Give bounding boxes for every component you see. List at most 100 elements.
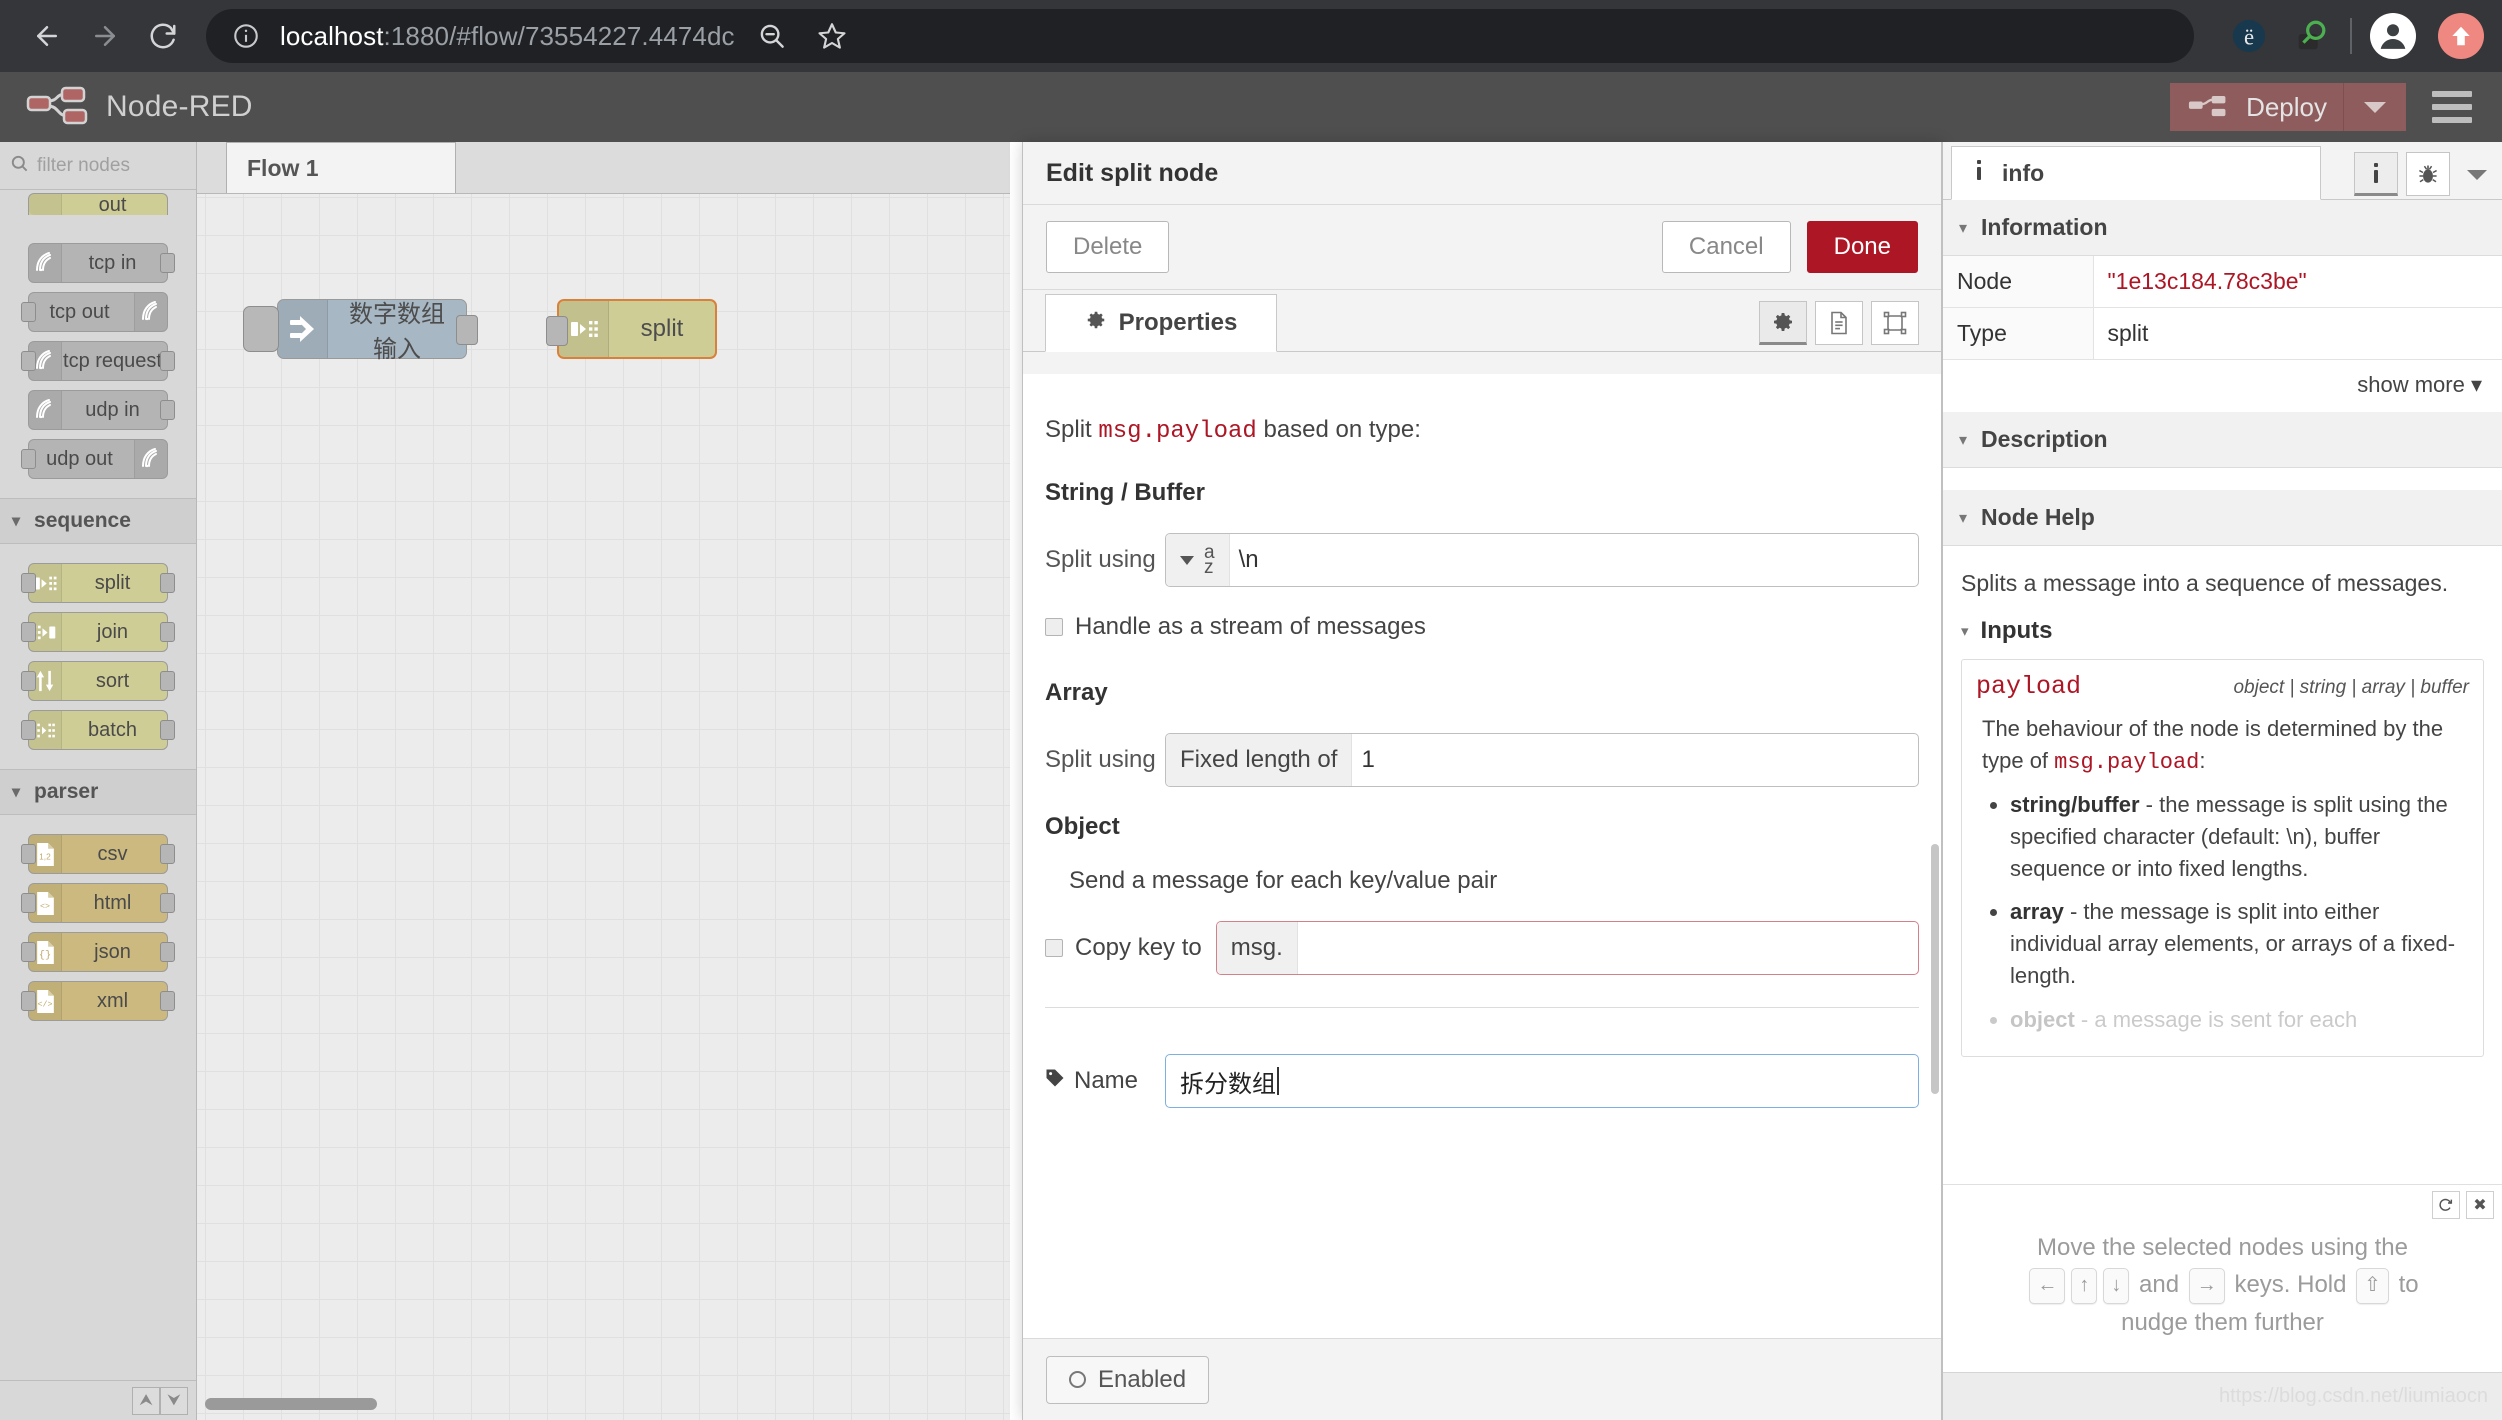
back-arrow-icon[interactable] — [18, 7, 76, 65]
section-node-help[interactable]: ▾ Node Help — [1943, 490, 2502, 546]
node-output-port[interactable] — [160, 253, 175, 273]
reload-icon[interactable] — [134, 7, 192, 65]
sidebar-info-button-icon[interactable] — [2354, 152, 2398, 196]
node-input-port[interactable] — [243, 306, 279, 352]
node-output-port[interactable] — [160, 991, 175, 1011]
enabled-toggle-button[interactable]: Enabled — [1046, 1355, 1210, 1404]
palette-scroll-area[interactable]: out tcp in tcp out tcp request udp in udp ou… — [0, 191, 196, 1380]
forward-arrow-icon[interactable] — [76, 7, 134, 65]
stream-checkbox-row[interactable]: Handle as a stream of messages — [1045, 613, 1919, 641]
copy-key-value[interactable] — [1298, 922, 1918, 974]
palette-node-split[interactable]: split — [21, 563, 175, 603]
node-input-port[interactable] — [546, 316, 568, 346]
flow-canvas[interactable]: 数字数组输入 split — [197, 194, 1010, 1420]
palette-group-header-parser[interactable]: ▾ parser — [0, 769, 196, 815]
node-input-port[interactable] — [21, 893, 36, 913]
zoom-out-icon[interactable] — [749, 13, 795, 59]
address-bar[interactable]: localhost:1880/#flow/73554227.4474dc — [206, 9, 2194, 63]
palette-node-udp-out[interactable]: udp out — [21, 439, 168, 479]
extension-evernote-icon[interactable]: ë — [2228, 15, 2270, 57]
flow-node-inject[interactable]: 数字数组输入 — [243, 299, 478, 363]
string-split-input[interactable]: az \n — [1165, 533, 1919, 587]
node-output-port[interactable] — [456, 315, 478, 345]
list-item[interactable]: out — [28, 193, 168, 215]
chevron-double-up-icon[interactable]: ⮝ — [132, 1386, 160, 1415]
palette-node-label: xml — [96, 989, 129, 1012]
dialog-scrollbar[interactable] — [1931, 844, 1939, 1094]
chevron-double-down-icon[interactable]: ⮟ — [160, 1386, 188, 1415]
done-button[interactable]: Done — [1806, 221, 1918, 273]
palette-node-udp-in[interactable]: udp in — [28, 390, 175, 430]
filter-nodes-input[interactable] — [35, 153, 185, 178]
node-output-port[interactable] — [160, 893, 175, 913]
stream-checkbox[interactable] — [1045, 618, 1063, 636]
properties-gear-icon[interactable] — [1759, 301, 1807, 345]
canvas-horizontal-scrollbar[interactable] — [205, 1398, 985, 1410]
cancel-button[interactable]: Cancel — [1661, 221, 1791, 273]
array-split-input[interactable]: Fixed length of 1 — [1165, 733, 1919, 787]
tab-properties[interactable]: Properties — [1045, 294, 1277, 352]
node-output-port[interactable] — [160, 844, 175, 864]
extension-magnifier-icon[interactable] — [2290, 15, 2332, 57]
section-information[interactable]: ▾ Information — [1943, 200, 2502, 256]
description-document-icon[interactable] — [1815, 301, 1863, 345]
hamburger-menu-icon[interactable] — [2432, 91, 2472, 123]
flow-node-split-selected[interactable]: split — [546, 299, 717, 359]
tab-flow-1[interactable]: Flow 1 — [226, 142, 456, 193]
palette-node-tcp-out[interactable]: tcp out — [21, 292, 168, 332]
node-input-port[interactable] — [21, 942, 36, 962]
palette-node-csv[interactable]: 1,2 csv — [21, 834, 175, 874]
deploy-dropdown-chevron-down-icon[interactable] — [2344, 83, 2406, 131]
star-icon[interactable] — [809, 13, 855, 59]
az-string-type-icon[interactable]: az — [1166, 534, 1230, 586]
node-output-port[interactable] — [160, 622, 175, 642]
node-output-port[interactable] — [160, 573, 175, 593]
help-inputs-heading[interactable]: ▾ Inputs — [1961, 617, 2484, 645]
node-input-port[interactable] — [21, 351, 36, 371]
sidebar-more-chevron-down-icon[interactable] — [2458, 152, 2496, 196]
palette-node-sort[interactable]: sort — [21, 661, 175, 701]
node-input-port[interactable] — [21, 844, 36, 864]
palette-group-header-sequence[interactable]: ▾ sequence — [0, 498, 196, 544]
profile-avatar-icon[interactable] — [2370, 13, 2416, 59]
node-output-port[interactable] — [160, 671, 175, 691]
bug-icon[interactable] — [2406, 152, 2450, 196]
array-split-prefix[interactable]: Fixed length of — [1166, 734, 1353, 786]
palette-node-xml[interactable]: </> xml — [21, 981, 175, 1021]
appearance-icon[interactable] — [1871, 301, 1919, 345]
node-output-port[interactable] — [160, 400, 175, 420]
deploy-button[interactable]: Deploy — [2170, 83, 2344, 131]
copy-key-checkbox[interactable] — [1045, 939, 1063, 957]
update-arrow-icon[interactable] — [2438, 13, 2484, 59]
tab-info[interactable]: info — [1951, 146, 2321, 200]
node-input-port[interactable] — [21, 991, 36, 1011]
refresh-icon[interactable] — [2432, 1191, 2460, 1219]
node-input-port[interactable] — [21, 302, 36, 322]
string-split-value[interactable]: \n — [1230, 534, 1918, 586]
node-input-port[interactable] — [21, 449, 36, 469]
array-split-value[interactable]: 1 — [1352, 734, 1918, 786]
section-description[interactable]: ▾ Description — [1943, 412, 2502, 468]
deploy-button-group[interactable]: Deploy — [2170, 83, 2406, 131]
palette-node-batch[interactable]: batch — [21, 710, 175, 750]
delete-button[interactable]: Delete — [1046, 221, 1170, 273]
scrollbar-thumb[interactable] — [205, 1398, 377, 1410]
show-more-button[interactable]: show more ▾ — [1943, 360, 2502, 412]
palette-node-join[interactable]: join — [21, 612, 175, 652]
name-input[interactable]: 拆分数组 — [1165, 1054, 1919, 1108]
close-icon[interactable]: ✖ — [2466, 1191, 2494, 1219]
node-output-port[interactable] — [160, 942, 175, 962]
palette-node-tcp-in[interactable]: tcp in — [28, 243, 175, 283]
copy-key-input[interactable]: msg. — [1215, 921, 1919, 975]
site-info-icon[interactable] — [232, 22, 260, 50]
palette-node-tcp-request[interactable]: tcp request — [21, 341, 175, 381]
palette-node-json[interactable]: {} json — [21, 932, 175, 972]
node-input-port[interactable] — [21, 720, 36, 740]
node-input-port[interactable] — [21, 622, 36, 642]
node-output-port[interactable] — [160, 720, 175, 740]
node-output-port[interactable] — [160, 351, 175, 371]
node-input-port[interactable] — [21, 671, 36, 691]
node-input-port[interactable] — [21, 573, 36, 593]
palette-node-html[interactable]: <> html — [21, 883, 175, 923]
palette-search-row[interactable] — [0, 142, 196, 190]
